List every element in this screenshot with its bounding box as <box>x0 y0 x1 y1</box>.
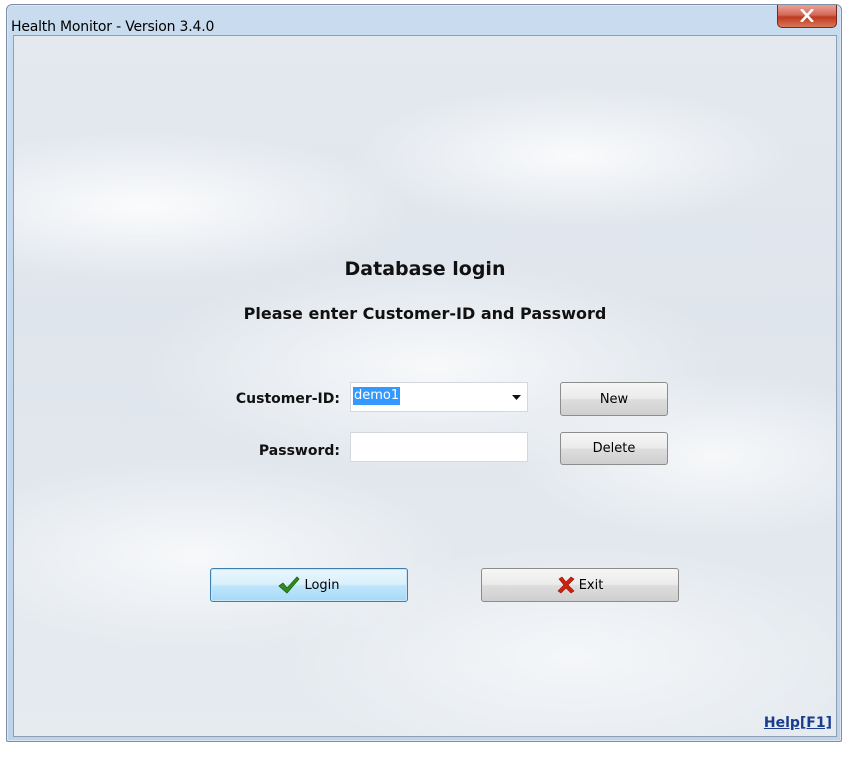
x-icon <box>557 576 575 594</box>
new-button-label: New <box>599 391 629 407</box>
delete-button-label: Delete <box>592 441 636 456</box>
checkmark-icon <box>278 576 300 594</box>
customer-id-value[interactable]: demo1 <box>353 387 401 405</box>
page-subtitle: Please enter Customer-ID and Password <box>243 304 607 323</box>
app-window: Health Monitor - Version 3.4.0 Database … <box>6 4 842 742</box>
login-button-label: Login <box>304 577 340 593</box>
chevron-down-icon[interactable] <box>512 395 521 400</box>
page-title: Database login <box>344 258 506 280</box>
new-button[interactable]: New <box>560 382 668 416</box>
login-button[interactable]: Login <box>210 568 408 602</box>
window-title: Health Monitor - Version 3.4.0 <box>11 19 215 35</box>
customer-id-label: Customer-ID: <box>235 391 340 407</box>
exit-button-label: Exit <box>578 577 604 593</box>
close-icon <box>800 9 814 22</box>
help-link[interactable]: Help[F1] <box>764 715 832 731</box>
delete-button[interactable]: Delete <box>560 432 668 465</box>
customer-id-dropdown[interactable]: demo1 <box>350 382 528 412</box>
exit-button[interactable]: Exit <box>481 568 679 602</box>
login-panel: Database login Please enter Customer-ID … <box>13 35 837 737</box>
password-label: Password: <box>258 443 340 459</box>
password-field[interactable] <box>350 432 528 462</box>
close-button[interactable] <box>777 5 837 28</box>
